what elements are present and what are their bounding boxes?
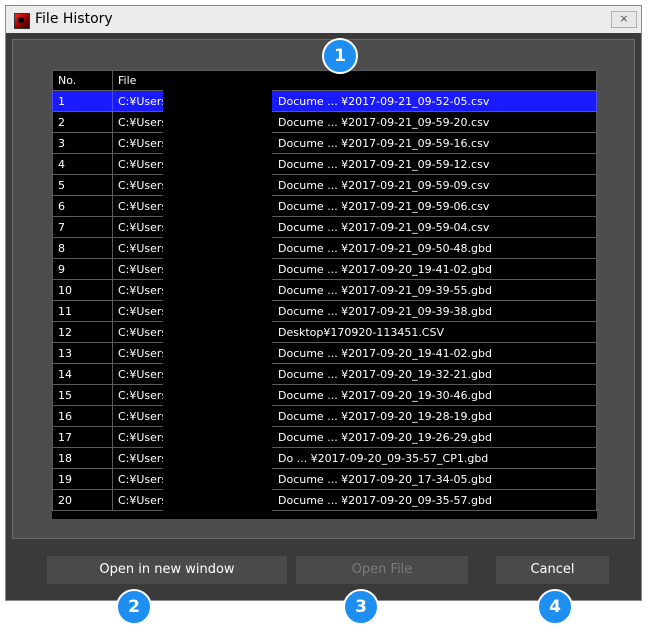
row-number: 12 bbox=[52, 321, 113, 343]
table-row[interactable]: 18 C:¥Users¥ Do ... ¥2017-09-20_09-35-57_C… bbox=[52, 447, 597, 469]
row-number: 6 bbox=[52, 195, 113, 217]
row-number: 15 bbox=[52, 384, 113, 406]
row-number: 10 bbox=[52, 279, 113, 301]
file-path-suffix: Docume ... ¥2017-09-20_19-26-29.gbd bbox=[278, 430, 492, 444]
file-path-suffix: Docume ... ¥2017-09-21_09-59-12.csv bbox=[278, 157, 490, 171]
file-path-suffix: Docume ... ¥2017-09-21_09-59-06.csv bbox=[278, 199, 490, 213]
table-row[interactable]: 15 C:¥Users¥ Docume ... ¥2017-09-20_19-30-… bbox=[52, 384, 597, 406]
row-number: 7 bbox=[52, 216, 113, 238]
table-header-row: No. File bbox=[52, 70, 597, 91]
row-number: 9 bbox=[52, 258, 113, 280]
file-path-suffix: Docume ... ¥2017-09-21_09-59-16.csv bbox=[278, 136, 490, 150]
table-row[interactable]: 8 C:¥Users¥ Docume ... ¥2017-09-21_09-50-4… bbox=[52, 237, 597, 259]
file-list-panel: No. File 1 C:¥Users¥ Docume ... ¥2017-09-2… bbox=[12, 39, 635, 539]
file-path-suffix: Docume ... ¥2017-09-21_09-59-09.csv bbox=[278, 178, 490, 192]
table-row[interactable]: 16 C:¥Users¥ Docume ... ¥2017-09-20_19-28-… bbox=[52, 405, 597, 427]
row-number: 13 bbox=[52, 342, 113, 364]
close-icon[interactable]: ⨯ bbox=[611, 11, 637, 28]
table-row[interactable]: 2 C:¥Users¥ Docume ... ¥2017-09-21_09-59-2… bbox=[52, 111, 597, 133]
open-in-new-window-button[interactable]: Open in new window bbox=[47, 556, 287, 584]
table-row[interactable]: 10 C:¥Users¥ Docume ... ¥2017-09-21_09-39-… bbox=[52, 279, 597, 301]
table-row[interactable]: 1 C:¥Users¥ Docume ... ¥2017-09-21_09-52-0… bbox=[52, 90, 597, 112]
row-number: 19 bbox=[52, 468, 113, 490]
callout-badge-2: 2 bbox=[116, 589, 152, 625]
file-path-suffix: Docume ... ¥2017-09-20_19-30-46.gbd bbox=[278, 388, 492, 402]
row-number: 8 bbox=[52, 237, 113, 259]
row-number: 3 bbox=[52, 132, 113, 154]
row-number: 18 bbox=[52, 447, 113, 469]
file-path-suffix: Desktop¥170920-113451.CSV bbox=[278, 325, 444, 339]
cancel-button[interactable]: Cancel bbox=[496, 556, 609, 584]
table-row[interactable]: 12 C:¥Users¥ Desktop¥170920-113451.CSV bbox=[52, 321, 597, 343]
file-path-suffix: Docume ... ¥2017-09-20_19-28-19.gbd bbox=[278, 409, 492, 423]
row-number: 20 bbox=[52, 489, 113, 511]
row-number: 14 bbox=[52, 363, 113, 385]
row-number: 5 bbox=[52, 174, 113, 196]
table-row[interactable]: 5 C:¥Users¥ Docume ... ¥2017-09-21_09-59-0… bbox=[52, 174, 597, 196]
file-path-suffix: Do ... ¥2017-09-20_09-35-57_CP1.gbd bbox=[278, 451, 489, 465]
file-path-suffix: Docume ... ¥2017-09-21_09-52-05.csv bbox=[278, 94, 490, 108]
file-path-suffix: Docume ... ¥2017-09-20_19-41-02.gbd bbox=[278, 346, 492, 360]
redaction-block bbox=[163, 85, 272, 517]
file-path-suffix: Docume ... ¥2017-09-20_09-35-57.gbd bbox=[278, 493, 492, 507]
file-history-list: No. File 1 C:¥Users¥ Docume ... ¥2017-09-2… bbox=[52, 70, 597, 519]
table-row[interactable]: 11 C:¥Users¥ Docume ... ¥2017-09-21_09-39-… bbox=[52, 300, 597, 322]
app-icon bbox=[14, 13, 30, 29]
row-number: 4 bbox=[52, 153, 113, 175]
table-row[interactable]: 13 C:¥Users¥ Docume ... ¥2017-09-20_19-41-… bbox=[52, 342, 597, 364]
file-path-suffix: Docume ... ¥2017-09-20_19-32-21.gbd bbox=[278, 367, 492, 381]
table-row[interactable]: 20 C:¥Users¥ Docume ... ¥2017-09-20_09-35-… bbox=[52, 489, 597, 511]
row-number: 11 bbox=[52, 300, 113, 322]
table-row[interactable]: 3 C:¥Users¥ Docume ... ¥2017-09-21_09-59-1… bbox=[52, 132, 597, 154]
file-path-suffix: Docume ... ¥2017-09-21_09-59-04.csv bbox=[278, 220, 490, 234]
file-path-suffix: Docume ... ¥2017-09-21_09-59-20.csv bbox=[278, 115, 490, 129]
row-number: 16 bbox=[52, 405, 113, 427]
table-row[interactable]: 9 C:¥Users¥ Docume ... ¥2017-09-20_19-41-0… bbox=[52, 258, 597, 280]
file-path-suffix: Docume ... ¥2017-09-21_09-39-38.gbd bbox=[278, 304, 492, 318]
open-file-button[interactable]: Open File bbox=[296, 556, 468, 584]
callout-badge-3: 3 bbox=[343, 589, 379, 625]
table-row[interactable]: 4 C:¥Users¥ Docume ... ¥2017-09-21_09-59-1… bbox=[52, 153, 597, 175]
row-number: 1 bbox=[52, 90, 113, 112]
table-row[interactable]: 6 C:¥Users¥ Docume ... ¥2017-09-21_09-59-0… bbox=[52, 195, 597, 217]
file-path-suffix: Docume ... ¥2017-09-21_09-50-48.gbd bbox=[278, 241, 492, 255]
file-history-table: No. File 1 C:¥Users¥ Docume ... ¥2017-09-2… bbox=[52, 70, 597, 511]
title-bar: File History ⨯ bbox=[6, 6, 641, 33]
table-row[interactable]: 19 C:¥Users¥ Docume ... ¥2017-09-20_17-34-… bbox=[52, 468, 597, 490]
row-number: 2 bbox=[52, 111, 113, 133]
file-path-suffix: Docume ... ¥2017-09-20_17-34-05.gbd bbox=[278, 472, 492, 486]
table-row[interactable]: 17 C:¥Users¥ Docume ... ¥2017-09-20_19-26-… bbox=[52, 426, 597, 448]
callout-badge-1: 1 bbox=[322, 38, 358, 74]
table-row[interactable]: 7 C:¥Users¥ Docume ... ¥2017-09-21_09-59-0… bbox=[52, 216, 597, 238]
file-path-suffix: Docume ... ¥2017-09-20_19-41-02.gbd bbox=[278, 262, 492, 276]
callout-badge-4: 4 bbox=[537, 589, 573, 625]
file-history-window: File History ⨯ No. File 1 C:¥Users¥ Docume… bbox=[5, 5, 642, 601]
file-path-suffix: Docume ... ¥2017-09-21_09-39-55.gbd bbox=[278, 283, 492, 297]
row-number: 17 bbox=[52, 426, 113, 448]
column-header-no[interactable]: No. bbox=[52, 70, 113, 91]
table-row[interactable]: 14 C:¥Users¥ Docume ... ¥2017-09-20_19-32-… bbox=[52, 363, 597, 385]
window-title: File History bbox=[35, 11, 113, 27]
